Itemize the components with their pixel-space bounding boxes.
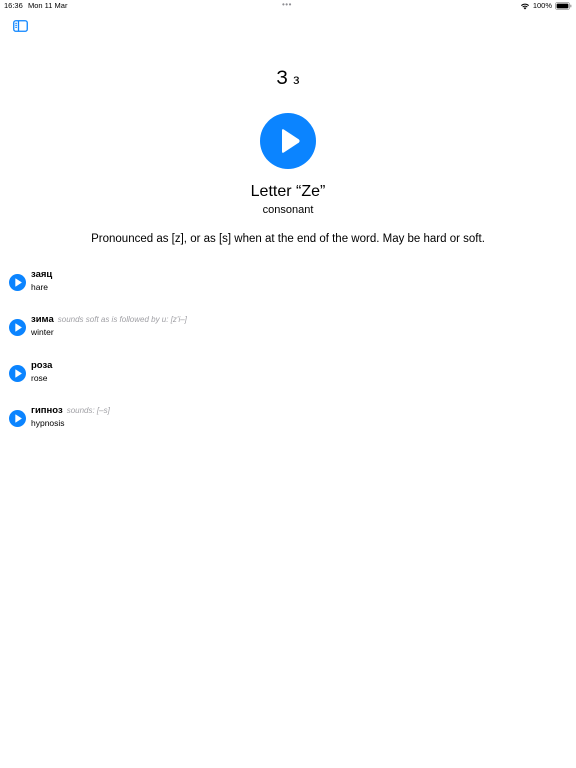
sidebar-toggle-icon — [13, 20, 28, 32]
play-letter-button[interactable] — [260, 113, 316, 169]
play-word-button[interactable] — [9, 319, 26, 336]
word-text: зима — [31, 314, 54, 325]
letter-type: consonant — [262, 204, 314, 216]
letter-lowercase: з — [293, 71, 300, 87]
status-time: 16:36 — [4, 1, 23, 10]
letter-title: З з — [0, 68, 576, 90]
play-word-button[interactable] — [9, 410, 26, 427]
word-item: заяц hare — [9, 269, 509, 299]
sidebar-toggle-button[interactable] — [13, 19, 28, 32]
play-icon — [282, 129, 300, 153]
word-text: роза — [31, 360, 53, 371]
play-icon — [15, 323, 22, 332]
status-right: 100% — [520, 1, 572, 10]
play-icon — [15, 414, 22, 423]
battery-icon — [555, 1, 572, 10]
play-word-button[interactable] — [9, 274, 26, 291]
word-translation: winter — [31, 327, 54, 337]
multitasking-dots[interactable]: ••• — [282, 0, 292, 9]
word-item: зима sounds soft as is followed by и: [z'… — [9, 314, 509, 344]
battery-percent: 100% — [532, 1, 552, 10]
status-bar: 16:36 Mon 11 Mar ••• 100% — [0, 0, 576, 12]
word-item: гипноз sounds: [–s] hypnosis — [9, 405, 509, 435]
word-text: заяц — [31, 269, 53, 280]
pronunciation-description: Pronounced as [z], or as [s] when at the… — [91, 233, 485, 245]
word-russian: роза — [31, 360, 56, 371]
word-russian: гипноз sounds: [–s] — [31, 405, 110, 416]
letter-uppercase: З — [276, 68, 288, 89]
word-russian: заяц — [31, 269, 56, 280]
word-item: роза rose — [9, 360, 509, 390]
play-icon — [15, 278, 22, 287]
status-date: Mon 11 Mar — [28, 1, 68, 10]
word-translation: hypnosis — [31, 418, 65, 428]
play-word-button[interactable] — [9, 365, 26, 382]
word-note: sounds soft as is followed by и: [z'i–] — [57, 315, 187, 324]
word-text: гипноз — [31, 405, 63, 416]
word-translation: rose — [31, 373, 48, 383]
word-translation: hare — [31, 282, 49, 292]
word-russian: зима sounds soft as is followed by и: [z'… — [31, 314, 187, 325]
word-note: sounds: [–s] — [66, 406, 110, 415]
wifi-icon — [520, 2, 530, 10]
play-icon — [15, 369, 22, 378]
letter-name: Letter “Ze” — [250, 183, 326, 200]
